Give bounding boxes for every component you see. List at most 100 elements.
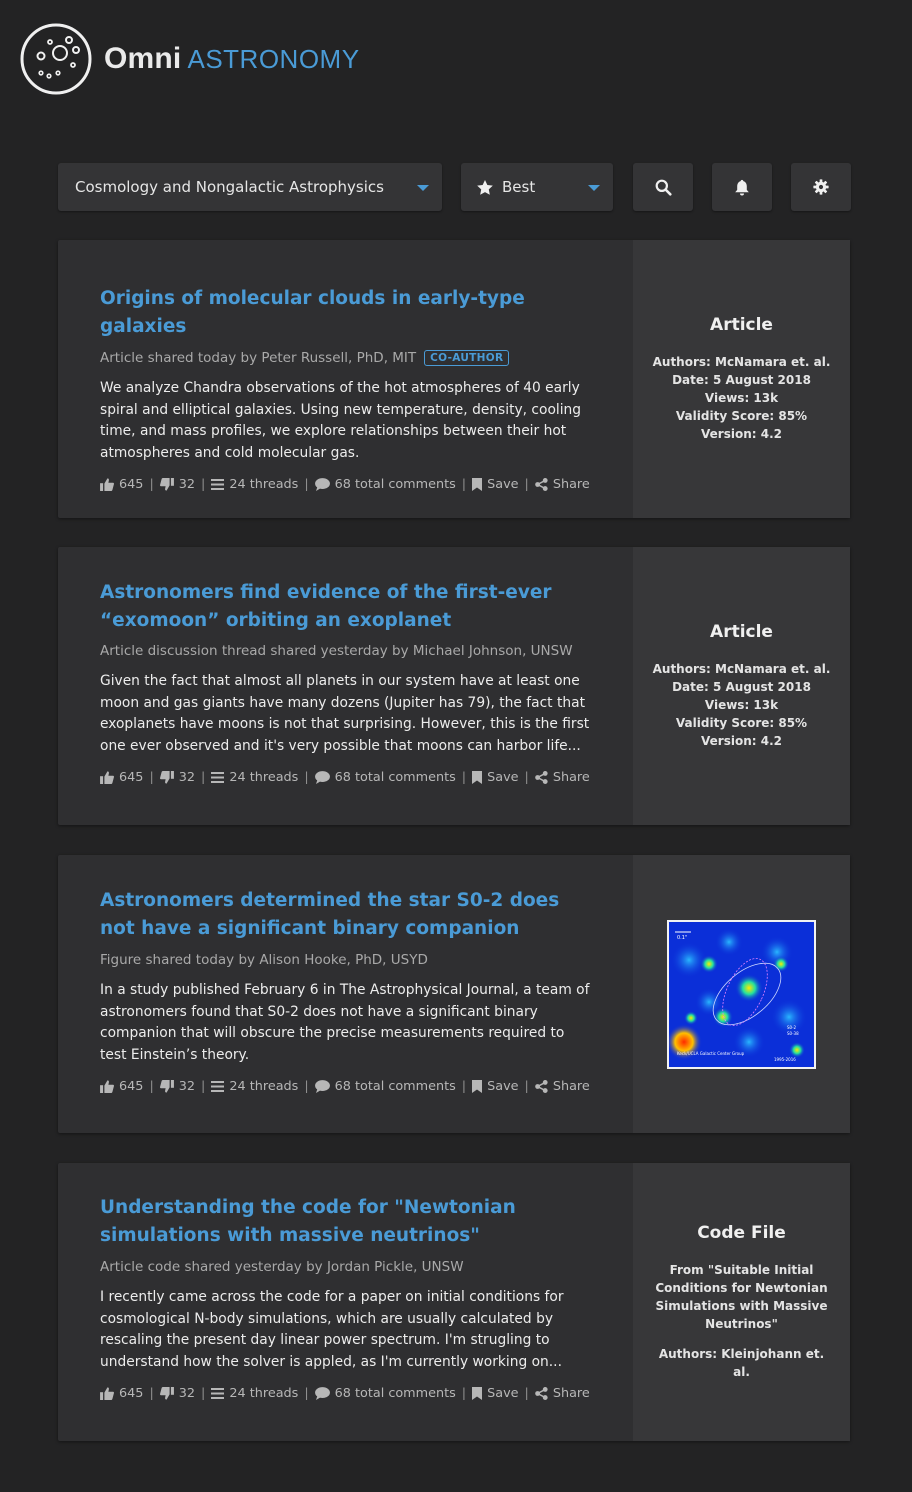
comments-link[interactable]: 68 total comments [314,770,456,785]
share-label: Share [552,477,590,492]
figure-legend-s038: S0-38 [787,1031,799,1036]
separator: | [304,1386,309,1401]
post-body: Astronomers find evidence of the first-e… [100,579,600,785]
share-icon [535,1080,548,1093]
share-button[interactable]: Share [535,1079,590,1094]
post-meta-panel: Article Authors: McNamara et. al. Date: … [633,547,850,825]
thumbs-down-icon [159,478,174,491]
post-byline: Article discussion thread shared yesterd… [100,643,600,659]
sort-dropdown[interactable]: Best [461,163,613,211]
byline-text: Figure shared today by Alison Hooke, PhD… [100,952,428,968]
category-dropdown-value: Cosmology and Nongalactic Astrophysics [75,178,384,196]
figure-thumbnail[interactable]: 0.1" S0-2 S0-38 Keck/UCLA Galactic Cente… [667,919,816,1069]
post-title-link[interactable]: Understanding the code for "Newtonian si… [100,1194,600,1250]
post-summary: In a study published February 6 in The A… [100,982,590,1063]
gear-icon [813,179,829,195]
meta-views: Views: 13k [704,391,779,405]
list-icon [211,1081,225,1092]
comments-link[interactable]: 68 total comments [314,477,456,492]
post-byline: Article shared today by Peter Russell, P… [100,350,600,366]
threads-link[interactable]: 24 threads [211,477,298,492]
share-label: Share [552,1079,590,1094]
post-actions: 645 | 32 | 24 threads | 68 total comment… [100,477,600,492]
comments-count: 68 total comments [334,1386,456,1401]
post-summary: Given the fact that almost all planets i… [100,673,590,754]
post-title-link[interactable]: Astronomers find evidence of the first-e… [100,579,600,635]
sort-dropdown-value: Best [502,178,536,196]
dislike-count: 32 [178,477,196,492]
post-title-link[interactable]: Origins of molecular clouds in early-typ… [100,285,600,341]
threads-link[interactable]: 24 threads [211,1386,298,1401]
threads-link[interactable]: 24 threads [211,770,298,785]
save-button[interactable]: Save [472,477,519,492]
content-type-label: Article [710,315,773,335]
share-icon [535,478,548,491]
save-label: Save [487,1386,519,1401]
brand-primary: Omni [104,42,182,75]
separator: | [304,1079,309,1094]
meta-views: Views: 13k [704,698,779,712]
meta-authors: Authors: Kleinjohann et. al. [658,1347,825,1379]
meta-version: Version: 4.2 [701,734,782,748]
share-label: Share [552,770,590,785]
save-label: Save [487,770,519,785]
post-title-link[interactable]: Astronomers determined the star S0-2 doe… [100,887,600,943]
threads-count: 24 threads [229,770,299,785]
bell-icon [735,179,749,195]
post-card: Origins of molecular clouds in early-typ… [58,240,850,518]
dislike-button[interactable]: 32 [159,1079,195,1094]
thumbs-up-icon [100,771,114,784]
like-button[interactable]: 645 [100,477,143,492]
settings-button[interactable] [791,163,851,211]
dislike-button[interactable]: 32 [159,477,196,492]
separator: | [201,477,206,492]
figure-scale-label: 0.1" [677,935,687,941]
comment-icon [314,1080,330,1093]
comment-icon [314,1387,330,1400]
separator: | [461,477,467,492]
search-button[interactable] [633,163,693,211]
separator: | [524,1386,529,1401]
like-button[interactable]: 645 [100,1386,143,1401]
comment-icon [314,478,330,491]
notifications-button[interactable] [712,163,772,211]
dislike-button[interactable]: 32 [159,1386,196,1401]
save-button[interactable]: Save [472,1079,519,1094]
dislike-button[interactable]: 32 [159,770,195,785]
like-button[interactable]: 645 [100,1079,143,1094]
brand-secondary: ASTRONOMY [187,44,360,74]
post-body: Astronomers determined the star S0-2 doe… [100,887,600,1094]
separator: | [304,477,309,492]
thumbs-up-icon [100,1387,114,1400]
save-button[interactable]: Save [472,1386,519,1401]
figure-caption-right: 1995-2016 [774,1057,796,1062]
share-button[interactable]: Share [535,1386,590,1401]
planet-logo-icon [20,23,92,95]
threads-link[interactable]: 24 threads [211,1079,298,1094]
post-byline: Figure shared today by Alison Hooke, PhD… [100,952,600,968]
meta-version: Version: 4.2 [701,427,782,441]
separator: | [304,770,309,785]
threads-count: 24 threads [229,1386,299,1401]
save-button[interactable]: Save [472,770,519,785]
post-body: Understanding the code for "Newtonian si… [100,1194,600,1401]
share-icon [535,1387,548,1400]
share-button[interactable]: Share [535,477,590,492]
post-byline: Article code shared yesterday by Jordan … [100,1259,600,1275]
content-type-label: Code File [697,1223,786,1243]
thumbs-down-icon [159,771,174,784]
post-summary: We analyze Chandra observations of the h… [100,380,582,461]
post-meta-panel: Article Authors: McNamara et. al. Date: … [633,240,850,518]
share-button[interactable]: Share [535,770,590,785]
post-meta-panel: Code File From "Suitable Initial Conditi… [633,1163,850,1441]
post-meta-panel: 0.1" S0-2 S0-38 Keck/UCLA Galactic Cente… [633,855,850,1133]
post-card: Astronomers determined the star S0-2 doe… [58,855,850,1133]
comments-link[interactable]: 68 total comments [314,1386,456,1401]
app-logo[interactable]: Omni ASTRONOMY [20,23,360,95]
like-button[interactable]: 645 [100,770,143,785]
dislike-count: 32 [178,1386,196,1401]
bookmark-icon [472,771,483,784]
comments-link[interactable]: 68 total comments [314,1079,456,1094]
separator: | [524,770,529,785]
category-dropdown[interactable]: Cosmology and Nongalactic Astrophysics [58,163,442,211]
